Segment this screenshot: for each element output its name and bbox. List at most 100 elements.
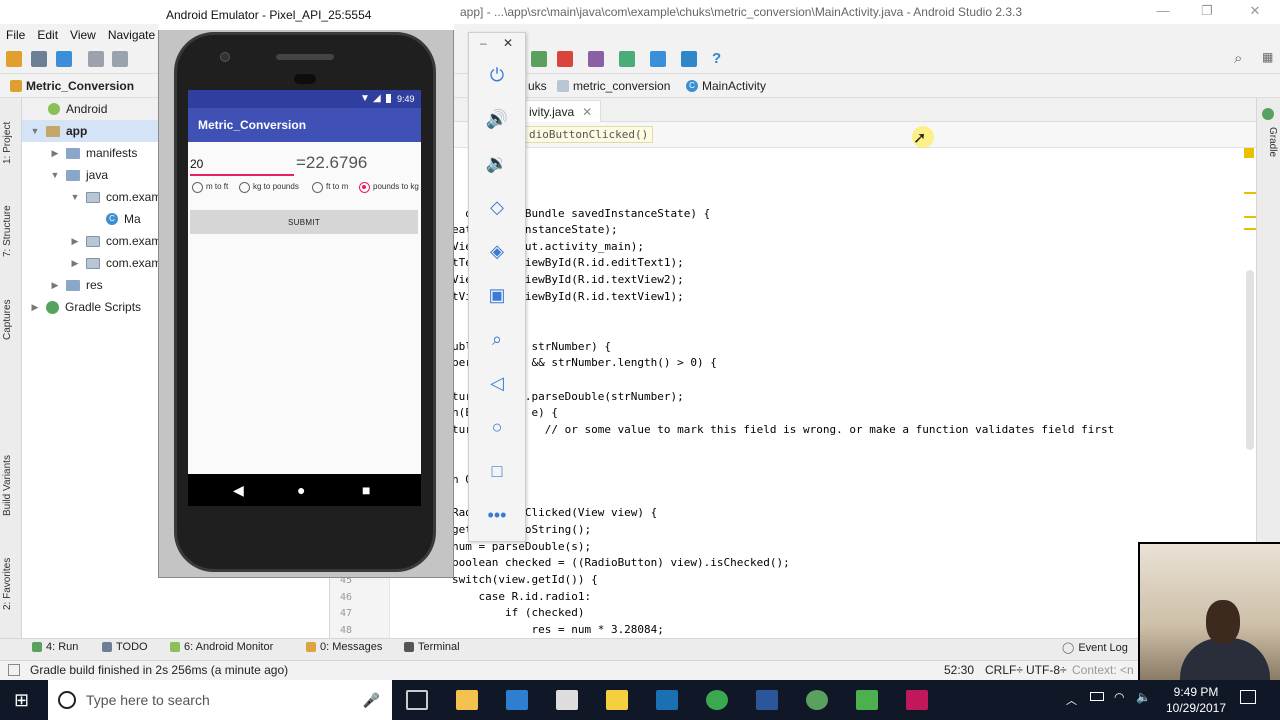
- search-icon[interactable]: ⌕: [1234, 50, 1242, 67]
- help-icon[interactable]: ?: [712, 50, 721, 67]
- minimize-button[interactable]: —: [1148, 3, 1178, 21]
- undo-icon[interactable]: [88, 51, 104, 67]
- mail-icon[interactable]: [556, 690, 578, 710]
- sdk-manager-icon[interactable]: [681, 51, 697, 67]
- terminal-tool-button[interactable]: Terminal: [404, 641, 460, 653]
- submit-button[interactable]: SUBMIT: [190, 210, 418, 234]
- scroll-mark[interactable]: [1244, 216, 1256, 218]
- file-explorer-icon[interactable]: [456, 690, 478, 710]
- taskbar-clock[interactable]: 9:49 PM 10/29/2017: [1160, 684, 1232, 716]
- collapsed-arrow-icon[interactable]: ▶: [50, 280, 60, 291]
- method-breadcrumb[interactable]: dioButtonClicked(): [524, 126, 654, 143]
- tool-tab-gradle[interactable]: Gradle: [1260, 122, 1278, 162]
- stop-icon[interactable]: [557, 51, 573, 67]
- nav-back-icon[interactable]: ◀: [233, 482, 244, 499]
- layout-icon[interactable]: ▦: [1262, 50, 1273, 64]
- editor-tab-mainactivity[interactable]: ivity.java ✕: [520, 100, 602, 122]
- power-icon[interactable]: ⏻: [484, 62, 510, 88]
- android-monitor-button[interactable]: 6: Android Monitor: [170, 641, 273, 653]
- emulator-taskbar-icon[interactable]: [856, 690, 878, 710]
- nav-crumb-project[interactable]: Metric_Conversion: [10, 79, 134, 93]
- radio-pounds-to-kg[interactable]: pounds to kg: [359, 182, 419, 193]
- close-button[interactable]: ✕: [1240, 3, 1270, 21]
- collapsed-arrow-icon[interactable]: ▶: [50, 148, 60, 159]
- toggle-toolwindows-icon[interactable]: [8, 664, 20, 676]
- task-view-icon[interactable]: [406, 690, 428, 710]
- camera-icon[interactable]: ▣: [484, 282, 510, 308]
- word-icon[interactable]: [756, 690, 778, 710]
- radio-ft-to-m[interactable]: ft to m: [312, 182, 362, 193]
- project-structure-icon[interactable]: [650, 51, 666, 67]
- overview-icon[interactable]: □: [484, 458, 510, 484]
- expanded-arrow-icon[interactable]: ▼: [50, 170, 60, 180]
- gradle-icon[interactable]: [1262, 108, 1274, 120]
- expanded-arrow-icon[interactable]: ▼: [70, 192, 80, 202]
- scroll-mark[interactable]: [1244, 192, 1256, 194]
- tool-tab-project[interactable]: 1: Project: [2, 108, 20, 178]
- notifications-icon[interactable]: [1240, 690, 1256, 704]
- warning-marker-icon[interactable]: [1244, 148, 1254, 158]
- open-folder-icon[interactable]: [6, 51, 22, 67]
- nav-home-icon[interactable]: ●: [297, 482, 305, 498]
- tool-tab-captures[interactable]: Captures: [2, 290, 20, 350]
- more-icon[interactable]: •••: [484, 502, 510, 528]
- app-icon[interactable]: [656, 690, 678, 710]
- avd-manager-icon[interactable]: [588, 51, 604, 67]
- sync-gradle-icon[interactable]: [619, 51, 635, 67]
- menu-view[interactable]: View: [70, 28, 96, 42]
- menu-file[interactable]: File: [6, 28, 25, 42]
- messages-tool-button[interactable]: 0: Messages: [306, 641, 382, 653]
- battery-tray-icon[interactable]: [1090, 692, 1104, 701]
- zoom-icon[interactable]: ⌕: [484, 326, 510, 352]
- line-separator[interactable]: CRLF÷: [985, 663, 1023, 677]
- nav-crumb-class[interactable]: C MainActivity: [686, 79, 766, 93]
- collapsed-arrow-icon[interactable]: ▶: [70, 258, 80, 269]
- save-icon[interactable]: [31, 51, 47, 67]
- tool-tab-build-variants[interactable]: Build Variants: [2, 444, 20, 528]
- scroll-mark[interactable]: [1244, 228, 1256, 230]
- chrome-icon[interactable]: [706, 690, 728, 710]
- editor-scrollbar[interactable]: [1246, 270, 1254, 450]
- maximize-button[interactable]: ❐: [1192, 3, 1222, 21]
- volume-down-icon[interactable]: 🔉: [484, 150, 510, 176]
- rotate-left-icon[interactable]: ◇: [484, 194, 510, 220]
- run-icon[interactable]: [531, 51, 547, 67]
- menu-edit[interactable]: Edit: [37, 28, 58, 42]
- nav-crumb-package[interactable]: metric_conversion: [557, 79, 670, 93]
- store-icon[interactable]: [506, 690, 528, 710]
- rotate-right-icon[interactable]: ◈: [484, 238, 510, 264]
- expanded-arrow-icon[interactable]: ▼: [30, 126, 40, 136]
- tray-chevron-icon[interactable]: ︿: [1066, 692, 1077, 708]
- menu-navigate[interactable]: Navigate: [108, 28, 155, 42]
- taskbar-search[interactable]: Type here to search 🎤: [48, 680, 392, 720]
- file-encoding[interactable]: UTF-8÷: [1026, 663, 1067, 677]
- number-input[interactable]: [190, 154, 294, 176]
- player-icon[interactable]: [606, 690, 628, 710]
- close-tab-icon[interactable]: ✕: [582, 105, 592, 119]
- recorder-icon[interactable]: [906, 690, 928, 710]
- microphone-icon[interactable]: 🎤: [363, 692, 380, 709]
- caret-position[interactable]: 52:30: [944, 663, 974, 677]
- todo-tool-button[interactable]: TODO: [102, 641, 148, 653]
- tool-tab-favorites[interactable]: 2: Favorites: [2, 550, 20, 618]
- nav-overview-icon[interactable]: ■: [362, 482, 370, 498]
- volume-tray-icon[interactable]: 🔈: [1136, 690, 1151, 704]
- tool-tab-structure[interactable]: 7: Structure: [2, 196, 20, 266]
- collapsed-arrow-icon[interactable]: ▶: [70, 236, 80, 247]
- windows-start-icon[interactable]: ⊞: [14, 690, 29, 711]
- radio-m-to-ft[interactable]: m to ft: [192, 182, 242, 193]
- emulator-close-icon[interactable]: ✕: [503, 36, 513, 50]
- sync-icon[interactable]: [56, 51, 72, 67]
- network-tray-icon[interactable]: ◠: [1114, 690, 1124, 704]
- collapsed-arrow-icon[interactable]: ▶: [30, 302, 40, 313]
- home-icon[interactable]: ○: [484, 414, 510, 440]
- back-icon[interactable]: ◁: [484, 370, 510, 396]
- redo-icon[interactable]: [112, 51, 128, 67]
- nav-crumb-chuks[interactable]: uks: [528, 79, 547, 93]
- run-tool-button[interactable]: 4: Run: [32, 641, 78, 653]
- android-studio-icon[interactable]: [806, 690, 828, 710]
- volume-up-icon[interactable]: 🔊: [484, 106, 510, 132]
- event-log-button[interactable]: ◯ Event Log: [1062, 641, 1128, 655]
- radio-kg-to-pounds[interactable]: kg to pounds: [239, 182, 313, 193]
- emulator-minimize-icon[interactable]: –: [480, 36, 487, 50]
